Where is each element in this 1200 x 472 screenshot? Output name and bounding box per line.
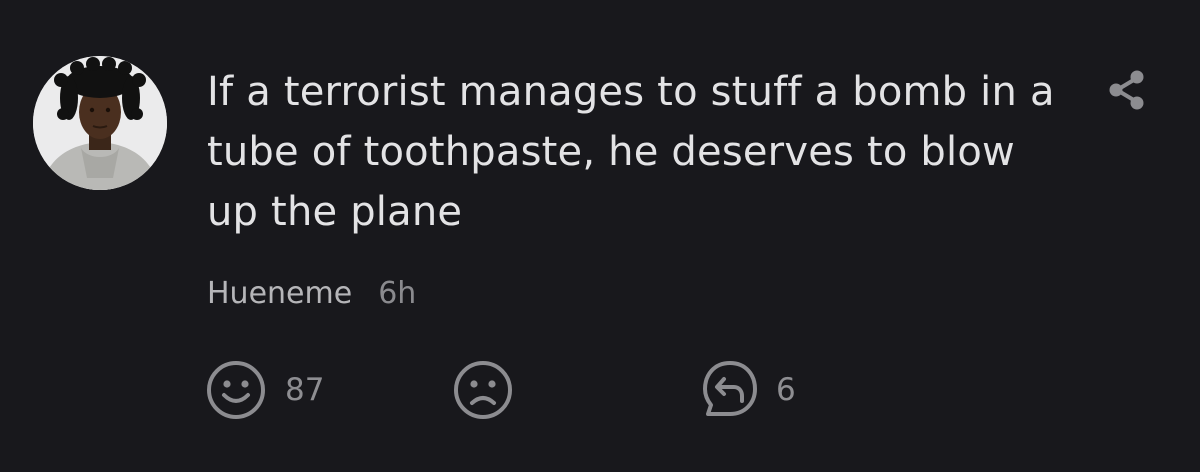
post-card: If a terrorist manages to stuff a bomb i… — [0, 0, 1200, 472]
frown-icon — [454, 361, 512, 419]
dislike-button[interactable] — [452, 358, 514, 422]
share-button[interactable] — [1104, 66, 1152, 114]
post-meta: Hueneme 6h — [207, 272, 416, 316]
avatar[interactable] — [33, 56, 167, 190]
like-count: 87 — [285, 372, 325, 408]
author-name[interactable]: Hueneme — [207, 272, 352, 316]
reply-bubble-icon — [703, 361, 757, 416]
share-icon — [1109, 70, 1144, 110]
like-button[interactable]: 87 — [205, 358, 324, 422]
reply-count: 6 — [776, 372, 796, 408]
reply-button[interactable]: 6 — [702, 358, 796, 422]
post-time: 6h — [378, 276, 417, 311]
smile-icon — [207, 361, 265, 419]
post-text: If a terrorist manages to stuff a bomb i… — [207, 69, 1055, 235]
